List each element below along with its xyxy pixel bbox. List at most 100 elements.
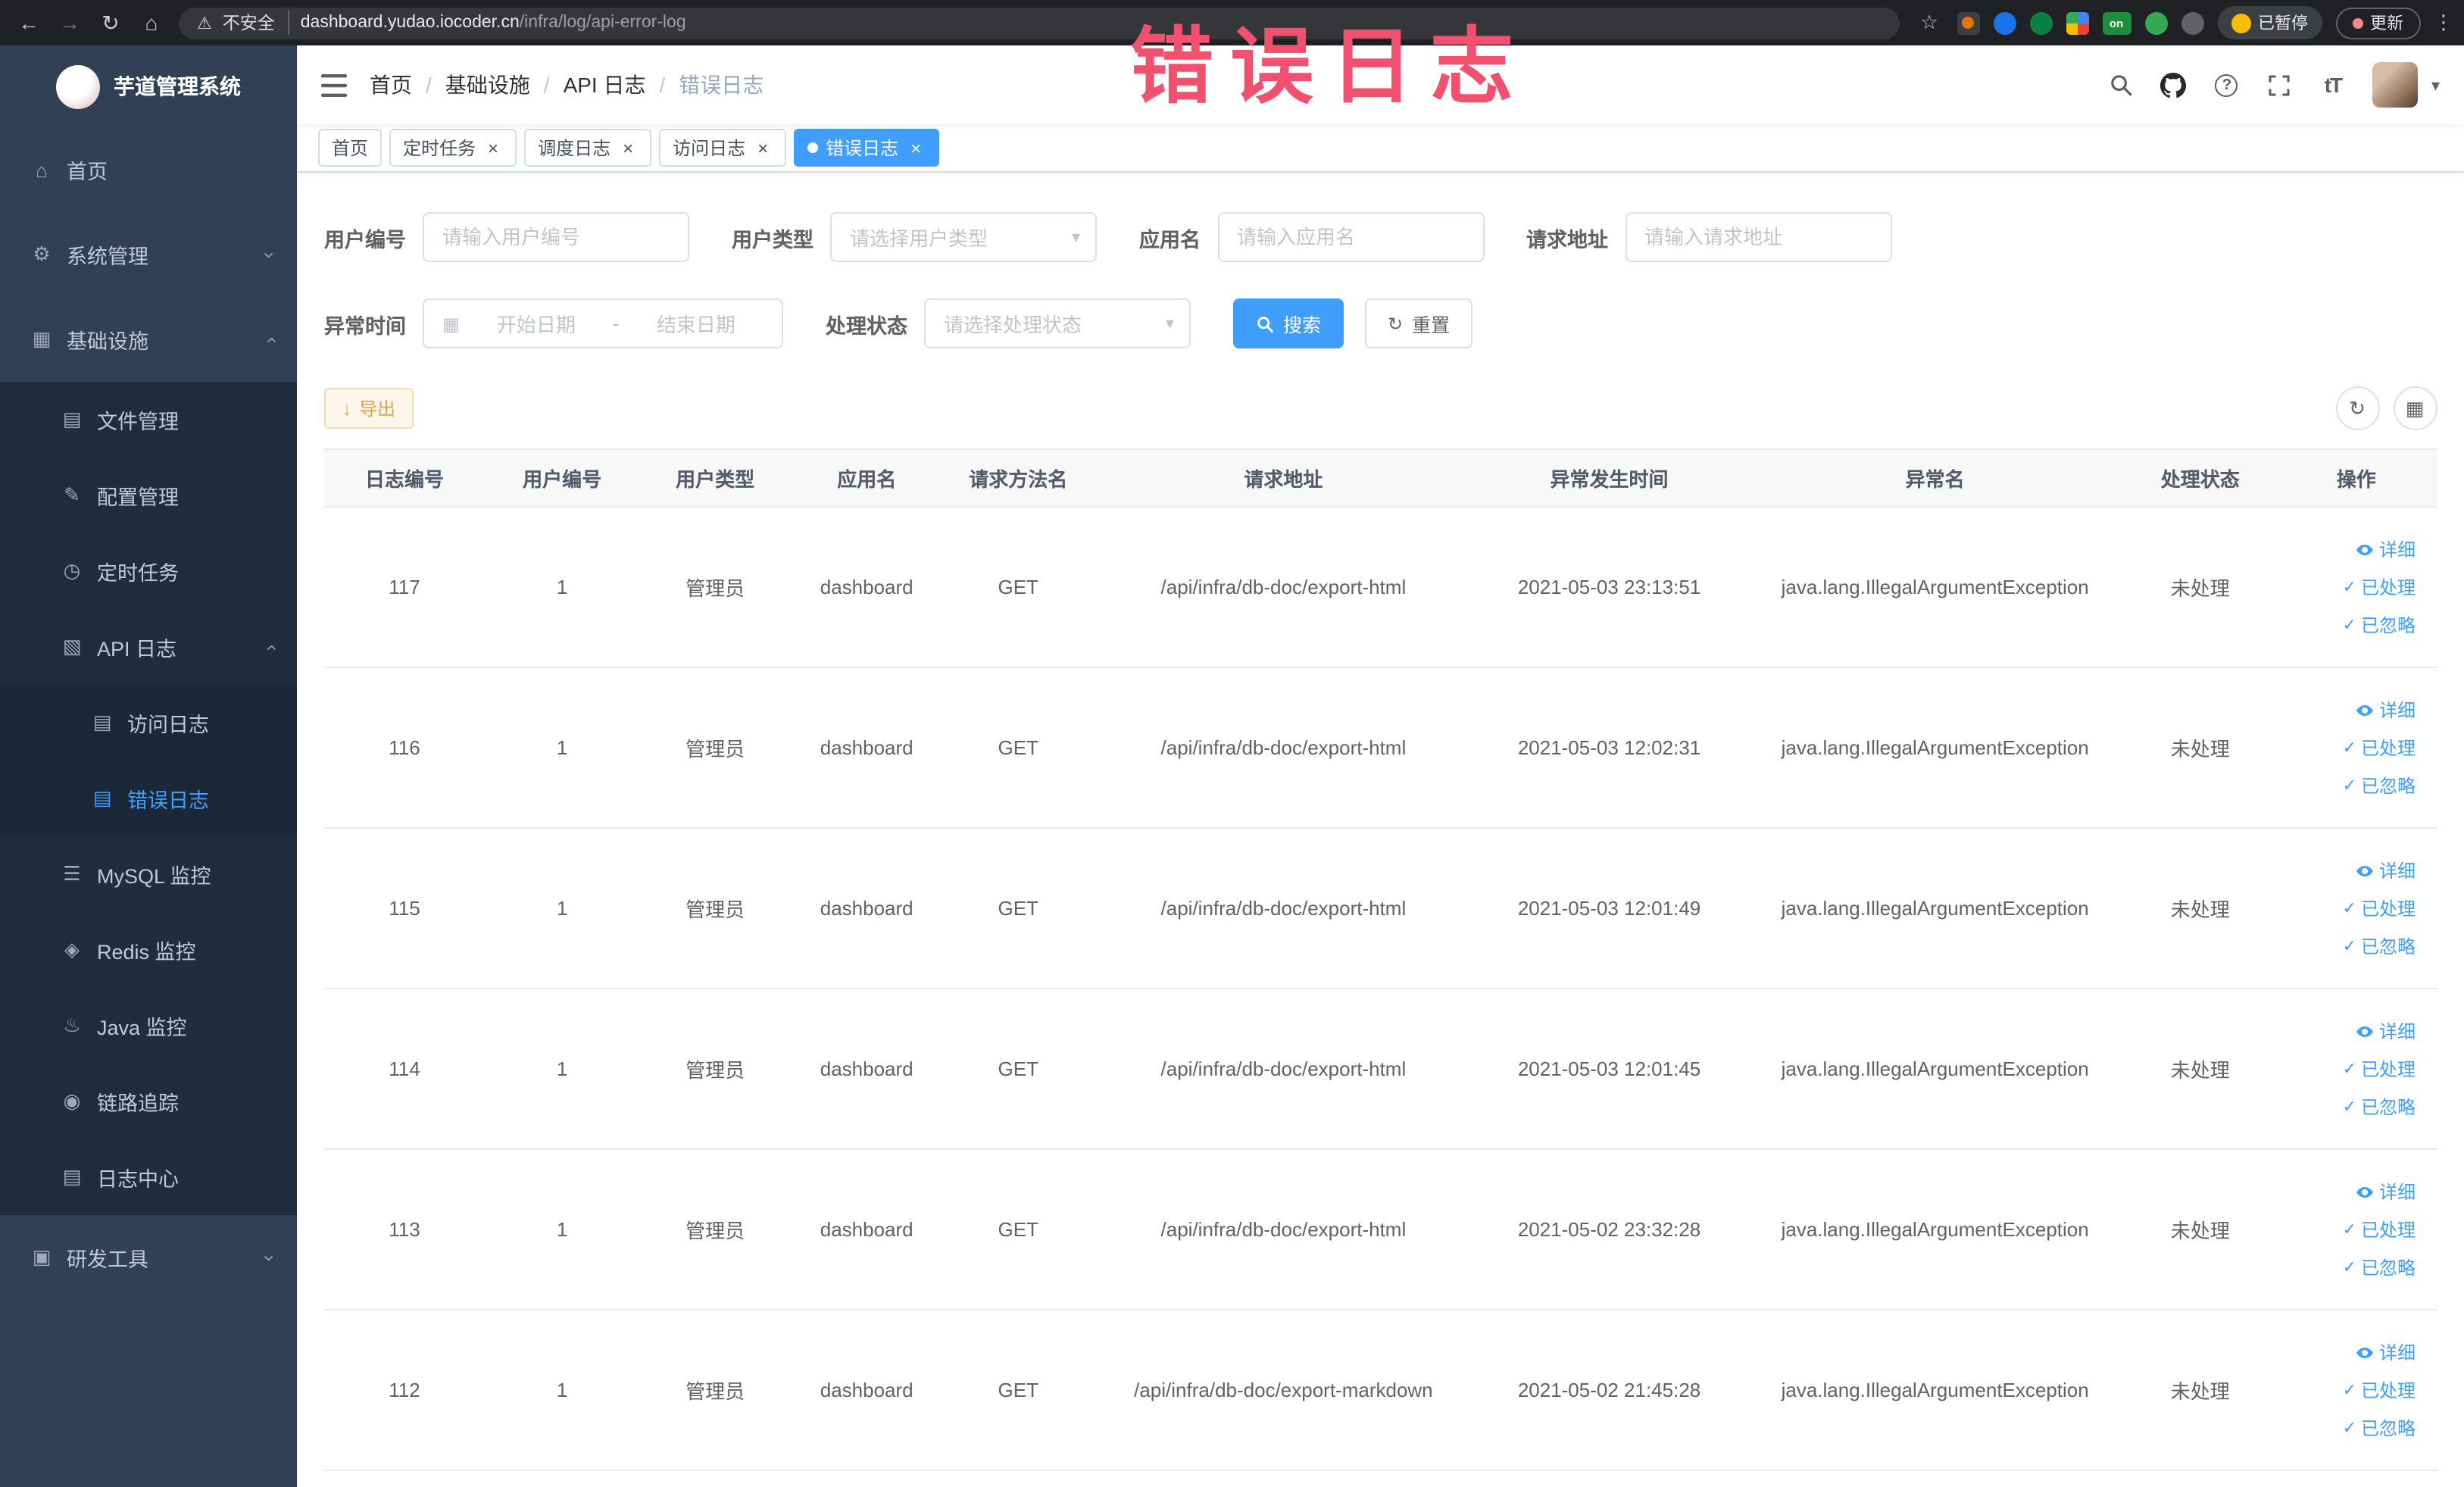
sidebar-item-access-log[interactable]: ▤ 访问日志 — [0, 685, 297, 761]
mark-ignored-link[interactable]: ✓ 已忽略 — [2343, 773, 2416, 798]
extension-icon[interactable] — [1957, 11, 1979, 34]
app-logo[interactable]: 芋道管理系统 — [0, 45, 297, 127]
user-type-cell: 管理员 — [639, 667, 792, 829]
sidebar-item-log-center[interactable]: ▤ 日志中心 — [0, 1139, 297, 1215]
close-icon[interactable]: × — [483, 137, 503, 158]
detail-link[interactable]: 详细 — [2356, 858, 2416, 883]
detail-link[interactable]: 详细 — [2356, 1179, 2416, 1204]
search-icon[interactable] — [2107, 71, 2135, 98]
breadcrumb-api-log[interactable]: API 日志 — [564, 70, 646, 100]
tab-error-log[interactable]: 错误日志 × — [794, 129, 940, 167]
browser-home-icon[interactable]: ⌂ — [138, 11, 165, 35]
sidebar-item-file-management[interactable]: ▤ 文件管理 — [0, 382, 297, 458]
browser-menu-icon[interactable]: ⋮ — [2434, 11, 2453, 35]
mark-ignored-link[interactable]: ✓ 已忽略 — [2343, 1254, 2416, 1280]
user-type-cell: 管理员 — [639, 828, 792, 989]
sidebar-item-infrastructure[interactable]: ▦ 基础设施 › — [0, 297, 297, 382]
extension-icon[interactable] — [2066, 11, 2088, 34]
mark-ignored-link[interactable]: ✓ 已忽略 — [2343, 933, 2416, 959]
refresh-table-button[interactable]: ↻ — [2335, 386, 2379, 430]
detail-link[interactable]: 详细 — [2356, 1018, 2416, 1044]
address-bar[interactable]: ⚠ 不安全 dashboard.yudao.iocoder.cn/infra/l… — [179, 7, 1899, 39]
user-id-input[interactable] — [423, 212, 689, 262]
user-type-select[interactable]: 请选择用户类型 ▾ — [830, 212, 1097, 262]
sidebar-item-mysql-monitor[interactable]: ☰ MySQL 监控 — [0, 836, 297, 912]
request-url-input[interactable] — [1625, 212, 1891, 262]
update-button[interactable]: 更新 — [2335, 7, 2420, 39]
exception-time-range-picker[interactable]: ▦ 开始日期 - 结束日期 — [423, 298, 783, 348]
export-button[interactable]: ↓ 导出 — [324, 388, 414, 429]
user-type-cell: 管理员 — [639, 1310, 792, 1471]
mark-ignored-link[interactable]: ✓ 已忽略 — [2343, 1415, 2416, 1441]
user-id-cell: 1 — [485, 989, 640, 1150]
extension-icon[interactable] — [2029, 11, 2052, 34]
column-settings-button[interactable]: ▦ — [2393, 386, 2437, 430]
font-size-icon[interactable]: tT — [2319, 71, 2347, 98]
mark-processed-link[interactable]: ✓ 已处理 — [2343, 1377, 2416, 1403]
mark-processed-link[interactable]: ✓ 已处理 — [2343, 1217, 2416, 1242]
app-name-cell: dashboard — [791, 828, 943, 989]
page: ← → ↻ ⌂ ⚠ 不安全 dashboard.yudao.iocoder.cn… — [0, 0, 2464, 1487]
eye-icon — [2356, 1026, 2374, 1036]
close-icon[interactable]: × — [906, 137, 926, 158]
sidebar-item-error-log[interactable]: ▤ 错误日志 — [0, 761, 297, 836]
user-avatar[interactable] — [2372, 62, 2418, 108]
app-title: 芋道管理系统 — [114, 74, 241, 98]
sidebar-item-dev-tools[interactable]: ▣ 研发工具 › — [0, 1215, 297, 1300]
close-icon[interactable]: × — [618, 137, 638, 158]
detail-link[interactable]: 详细 — [2356, 697, 2416, 723]
sidebar-item-home[interactable]: ⌂ 首页 — [0, 127, 297, 212]
column-header-user-id: 用户编号 — [485, 448, 640, 508]
status-cell: 未处理 — [2124, 828, 2276, 989]
sidebar-item-java-monitor[interactable]: ♨ Java 监控 — [0, 988, 297, 1064]
close-icon[interactable]: × — [753, 137, 773, 158]
github-icon[interactable] — [2160, 71, 2188, 98]
detail-link[interactable]: 详细 — [2356, 1339, 2416, 1365]
mark-processed-link[interactable]: ✓ 已处理 — [2343, 574, 2416, 600]
fullscreen-icon[interactable] — [2266, 71, 2294, 98]
tab-home[interactable]: 首页 — [318, 129, 383, 167]
tab-label: 调度日志 — [538, 138, 611, 159]
detail-link[interactable]: 详细 — [2356, 536, 2416, 562]
extension-icon[interactable] — [2181, 11, 2203, 34]
user-id-cell: 1 — [485, 667, 640, 829]
back-icon[interactable]: ← — [15, 11, 42, 35]
breadcrumb-home[interactable]: 首页 — [370, 70, 412, 100]
breadcrumb-infrastructure[interactable]: 基础设施 — [445, 70, 530, 100]
extension-icon[interactable] — [2144, 11, 2167, 34]
sidebar-item-scheduled-jobs[interactable]: ◷ 定时任务 — [0, 533, 297, 609]
mark-ignored-link[interactable]: ✓ 已忽略 — [2343, 1094, 2416, 1120]
sidebar-item-tracing[interactable]: ◉ 链路追踪 — [0, 1064, 297, 1139]
mark-processed-link[interactable]: ✓ 已处理 — [2343, 1056, 2416, 1082]
filter-label-request-url: 请求地址 — [1526, 228, 1608, 251]
sidebar-item-system[interactable]: ⚙ 系统管理 › — [0, 212, 297, 297]
tab-access-log[interactable]: 访问日志 × — [659, 129, 787, 167]
mark-ignored-link[interactable]: ✓ 已忽略 — [2343, 612, 2416, 638]
mark-processed-link[interactable]: ✓ 已处理 — [2343, 735, 2416, 761]
method-cell: GET — [942, 989, 1095, 1150]
reset-button[interactable]: ↻ 重置 — [1365, 298, 1473, 348]
app-name-input[interactable] — [1217, 212, 1484, 262]
sidebar-item-redis-monitor[interactable]: ◈ Redis 监控 — [0, 912, 297, 988]
breadcrumb-current: 错误日志 — [679, 73, 764, 97]
extension-icon[interactable] — [1993, 11, 2016, 34]
user-menu-caret-icon[interactable]: ▾ — [2431, 75, 2440, 95]
mark-processed-link[interactable]: ✓ 已处理 — [2343, 895, 2416, 921]
breadcrumb-separator: / — [426, 73, 432, 97]
tab-scheduled-jobs[interactable]: 定时任务 × — [389, 129, 517, 167]
actions-cell: 详细 ✓ 已处理 ✓ 已忽略 — [2275, 989, 2437, 1150]
tab-schedule-log[interactable]: 调度日志 × — [524, 129, 652, 167]
sidebar-item-config-management[interactable]: ✎ 配置管理 — [0, 458, 297, 533]
forward-icon[interactable]: → — [56, 11, 83, 35]
help-icon[interactable]: ? — [2213, 71, 2241, 98]
hamburger-icon[interactable] — [297, 45, 370, 124]
bookmark-star-icon[interactable]: ☆ — [1916, 11, 1943, 35]
search-button[interactable]: 搜索 — [1233, 298, 1344, 348]
extension-icon[interactable]: on — [2102, 11, 2131, 34]
paused-badge[interactable]: 已暂停 — [2217, 6, 2322, 39]
reload-icon[interactable]: ↻ — [97, 10, 124, 36]
sidebar-item-api-log[interactable]: ▧ API 日志 › — [0, 609, 297, 685]
home-icon: ⌂ — [36, 158, 48, 181]
ignored-link-label: 已忽略 — [2360, 1418, 2416, 1439]
process-status-select[interactable]: 请选择处理状态 ▾ — [924, 298, 1191, 348]
